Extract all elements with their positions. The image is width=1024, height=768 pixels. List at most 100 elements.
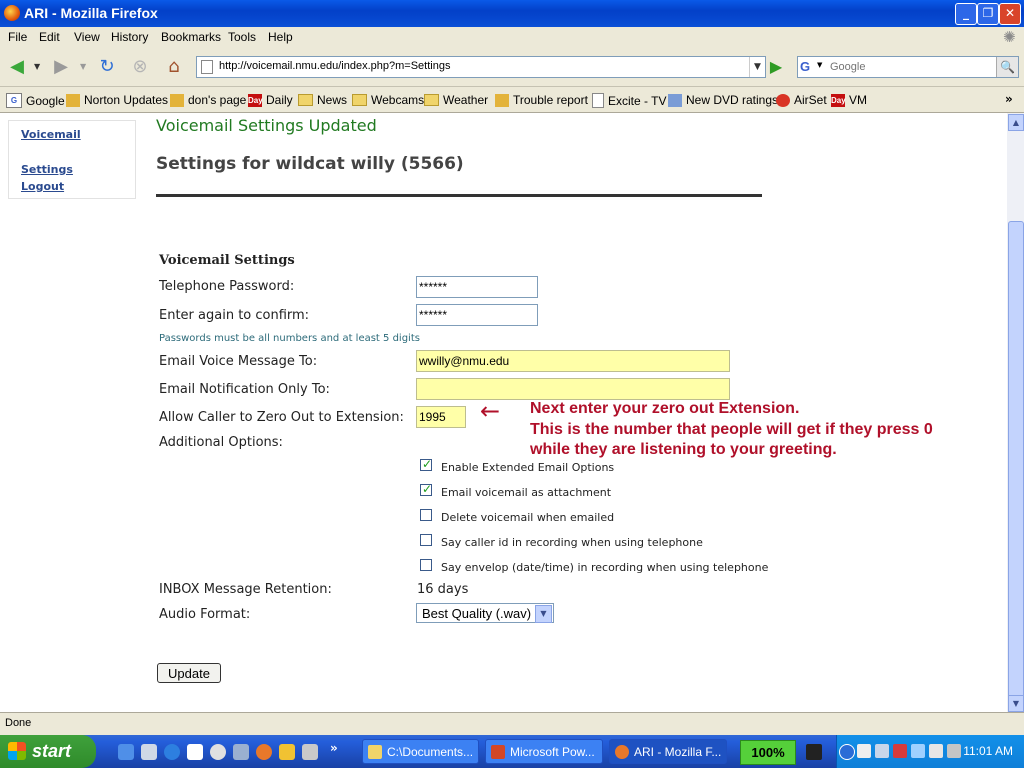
update-button[interactable]: Update bbox=[157, 663, 221, 683]
retention-label: INBOX Message Retention: bbox=[159, 582, 332, 597]
bookmark-webcams[interactable]: Webcams bbox=[352, 93, 424, 107]
menu-history[interactable]: History bbox=[111, 30, 148, 44]
search-engine-icon[interactable]: G bbox=[800, 59, 816, 75]
extended-email-checkbox[interactable] bbox=[420, 457, 432, 471]
audio-format-select[interactable]: Best Quality (.wav) ▼ bbox=[416, 603, 554, 623]
bookmark-dons-page[interactable]: don's page bbox=[170, 93, 246, 107]
bookmark-news[interactable]: News bbox=[298, 93, 347, 107]
window-title-bar: ARI - Mozilla Firefox _ ❐ ✕ bbox=[0, 0, 1024, 27]
retention-value: 16 days bbox=[417, 582, 469, 597]
status-text: Done bbox=[5, 717, 32, 729]
start-button[interactable]: start bbox=[0, 735, 96, 768]
scrollbar-thumb[interactable] bbox=[1008, 221, 1024, 701]
tray-app-icon[interactable] bbox=[806, 744, 822, 760]
forward-icon[interactable]: ▶ bbox=[48, 54, 74, 80]
folder-icon bbox=[352, 94, 367, 106]
notification-email-label: Email Notification Only To: bbox=[159, 382, 330, 397]
chevron-right-icon[interactable]: » bbox=[330, 741, 338, 755]
close-button[interactable]: ✕ bbox=[999, 3, 1021, 25]
firefox-icon bbox=[615, 745, 629, 759]
menu-view[interactable]: View bbox=[74, 30, 100, 44]
quick-launch-icon[interactable] bbox=[233, 744, 249, 760]
taskbar-item-powerpoint[interactable]: Microsoft Pow... bbox=[485, 739, 603, 764]
confirm-password-label: Enter again to confirm: bbox=[159, 308, 310, 323]
go-icon[interactable]: ▶ bbox=[766, 57, 786, 77]
tray-icon[interactable] bbox=[893, 744, 907, 758]
email-input[interactable] bbox=[416, 350, 730, 372]
menu-help[interactable]: Help bbox=[268, 30, 293, 44]
sidebar-link-settings[interactable]: Settings bbox=[21, 163, 73, 176]
back-icon[interactable]: ◀ bbox=[4, 54, 30, 80]
internet-explorer-icon[interactable] bbox=[164, 744, 180, 760]
firefox-icon[interactable] bbox=[256, 744, 272, 760]
page-title: Settings for wildcat willy (5566) bbox=[156, 154, 464, 174]
sidebar-link-voicemail[interactable]: Voicemail bbox=[21, 128, 81, 141]
stop-icon[interactable]: ⊗ bbox=[127, 54, 153, 80]
scroll-up-icon[interactable]: ▲ bbox=[1008, 114, 1024, 131]
zero-out-extension-input[interactable] bbox=[416, 406, 466, 428]
volume-icon[interactable] bbox=[947, 744, 961, 758]
search-engine-dropdown-icon[interactable]: ▼ bbox=[817, 61, 822, 69]
annotation-line-3: while they are listening to your greetin… bbox=[530, 441, 837, 458]
chevron-down-icon[interactable]: ▼ bbox=[535, 605, 552, 623]
scroll-down-icon[interactable]: ▼ bbox=[1008, 695, 1024, 712]
bookmark-trouble-report[interactable]: Trouble report bbox=[495, 93, 588, 107]
bookmark-new-dvd-ratings[interactable]: New DVD ratings bbox=[668, 93, 778, 107]
page-icon bbox=[592, 93, 604, 108]
delete-voicemail-checkbox[interactable] bbox=[420, 509, 432, 521]
show-desktop-icon[interactable] bbox=[118, 744, 134, 760]
tray-icon[interactable] bbox=[929, 744, 943, 758]
taskbar-item-documents[interactable]: C:\Documents... bbox=[362, 739, 479, 764]
search-input[interactable] bbox=[828, 58, 992, 76]
bookmark-norton-updates[interactable]: Norton Updates bbox=[66, 93, 168, 107]
tray-icon[interactable] bbox=[911, 744, 925, 758]
url-dropdown-icon[interactable]: ▼ bbox=[749, 57, 765, 77]
password-input[interactable] bbox=[416, 276, 538, 298]
sidebar-link-logout[interactable]: Logout bbox=[21, 180, 64, 193]
bookmark-excite-tv[interactable]: Excite - TV bbox=[592, 93, 666, 108]
back-history-dropdown-icon[interactable]: ▼ bbox=[34, 62, 40, 71]
minimize-button[interactable]: _ bbox=[955, 3, 977, 25]
taskbar-item-firefox[interactable]: ARI - Mozilla F... bbox=[609, 739, 727, 764]
zoom-indicator[interactable]: 100% bbox=[740, 740, 796, 765]
bookmark-weather[interactable]: Weather bbox=[424, 93, 488, 107]
chevron-right-icon[interactable]: » bbox=[1005, 92, 1013, 106]
quick-launch-icon[interactable] bbox=[187, 744, 203, 760]
search-icon[interactable]: 🔍 bbox=[996, 57, 1018, 77]
say-envelope-checkbox[interactable] bbox=[420, 559, 432, 571]
tray-icon[interactable] bbox=[857, 744, 871, 758]
menu-edit[interactable]: Edit bbox=[39, 30, 60, 44]
url-text[interactable]: http://voicemail.nmu.edu/index.php?m=Set… bbox=[219, 60, 450, 72]
quick-launch-icon[interactable] bbox=[279, 744, 295, 760]
tray-expand-icon[interactable] bbox=[839, 744, 855, 760]
email-label: Email Voice Message To: bbox=[159, 354, 318, 369]
bookmarks-toolbar: G Google Norton Updates don's page Day Dai… bbox=[0, 88, 1024, 113]
confirm-password-input[interactable] bbox=[416, 304, 538, 326]
network-icon[interactable] bbox=[875, 744, 889, 758]
media-player-icon[interactable] bbox=[210, 744, 226, 760]
bookmark-airset[interactable]: AirSet bbox=[776, 93, 827, 107]
bookmark-google[interactable]: G Google bbox=[6, 93, 65, 108]
search-box[interactable]: G ▼ 🔍 bbox=[797, 56, 1019, 78]
quick-launch-icon[interactable] bbox=[302, 744, 318, 760]
extended-email-label: Enable Extended Email Options bbox=[441, 461, 615, 474]
powerpoint-icon bbox=[491, 745, 505, 759]
page-content: Voicemail Settings Logout Voicemail Sett… bbox=[0, 113, 1007, 712]
reload-icon[interactable]: ↻ bbox=[94, 54, 120, 80]
menu-bookmarks[interactable]: Bookmarks bbox=[161, 30, 221, 44]
menu-file[interactable]: File bbox=[8, 30, 27, 44]
password-hint: Passwords must be all numbers and at lea… bbox=[159, 333, 420, 344]
bookmark-daily[interactable]: Day Daily bbox=[248, 93, 293, 107]
attachment-checkbox[interactable] bbox=[420, 482, 432, 496]
notification-email-input[interactable] bbox=[416, 378, 730, 400]
vertical-scrollbar[interactable]: ▲ ▼ bbox=[1007, 113, 1024, 712]
say-caller-id-checkbox[interactable] bbox=[420, 534, 432, 546]
forward-history-dropdown-icon[interactable]: ▼ bbox=[80, 62, 86, 71]
maximize-button[interactable]: ❐ bbox=[977, 3, 999, 25]
url-bar[interactable]: http://voicemail.nmu.edu/index.php?m=Set… bbox=[196, 56, 766, 78]
bookmark-vm[interactable]: Day VM bbox=[831, 93, 867, 107]
quick-launch-icon[interactable] bbox=[141, 744, 157, 760]
menu-tools[interactable]: Tools bbox=[228, 30, 256, 44]
audio-format-label: Audio Format: bbox=[159, 607, 251, 622]
home-icon[interactable]: ⌂ bbox=[161, 54, 187, 80]
